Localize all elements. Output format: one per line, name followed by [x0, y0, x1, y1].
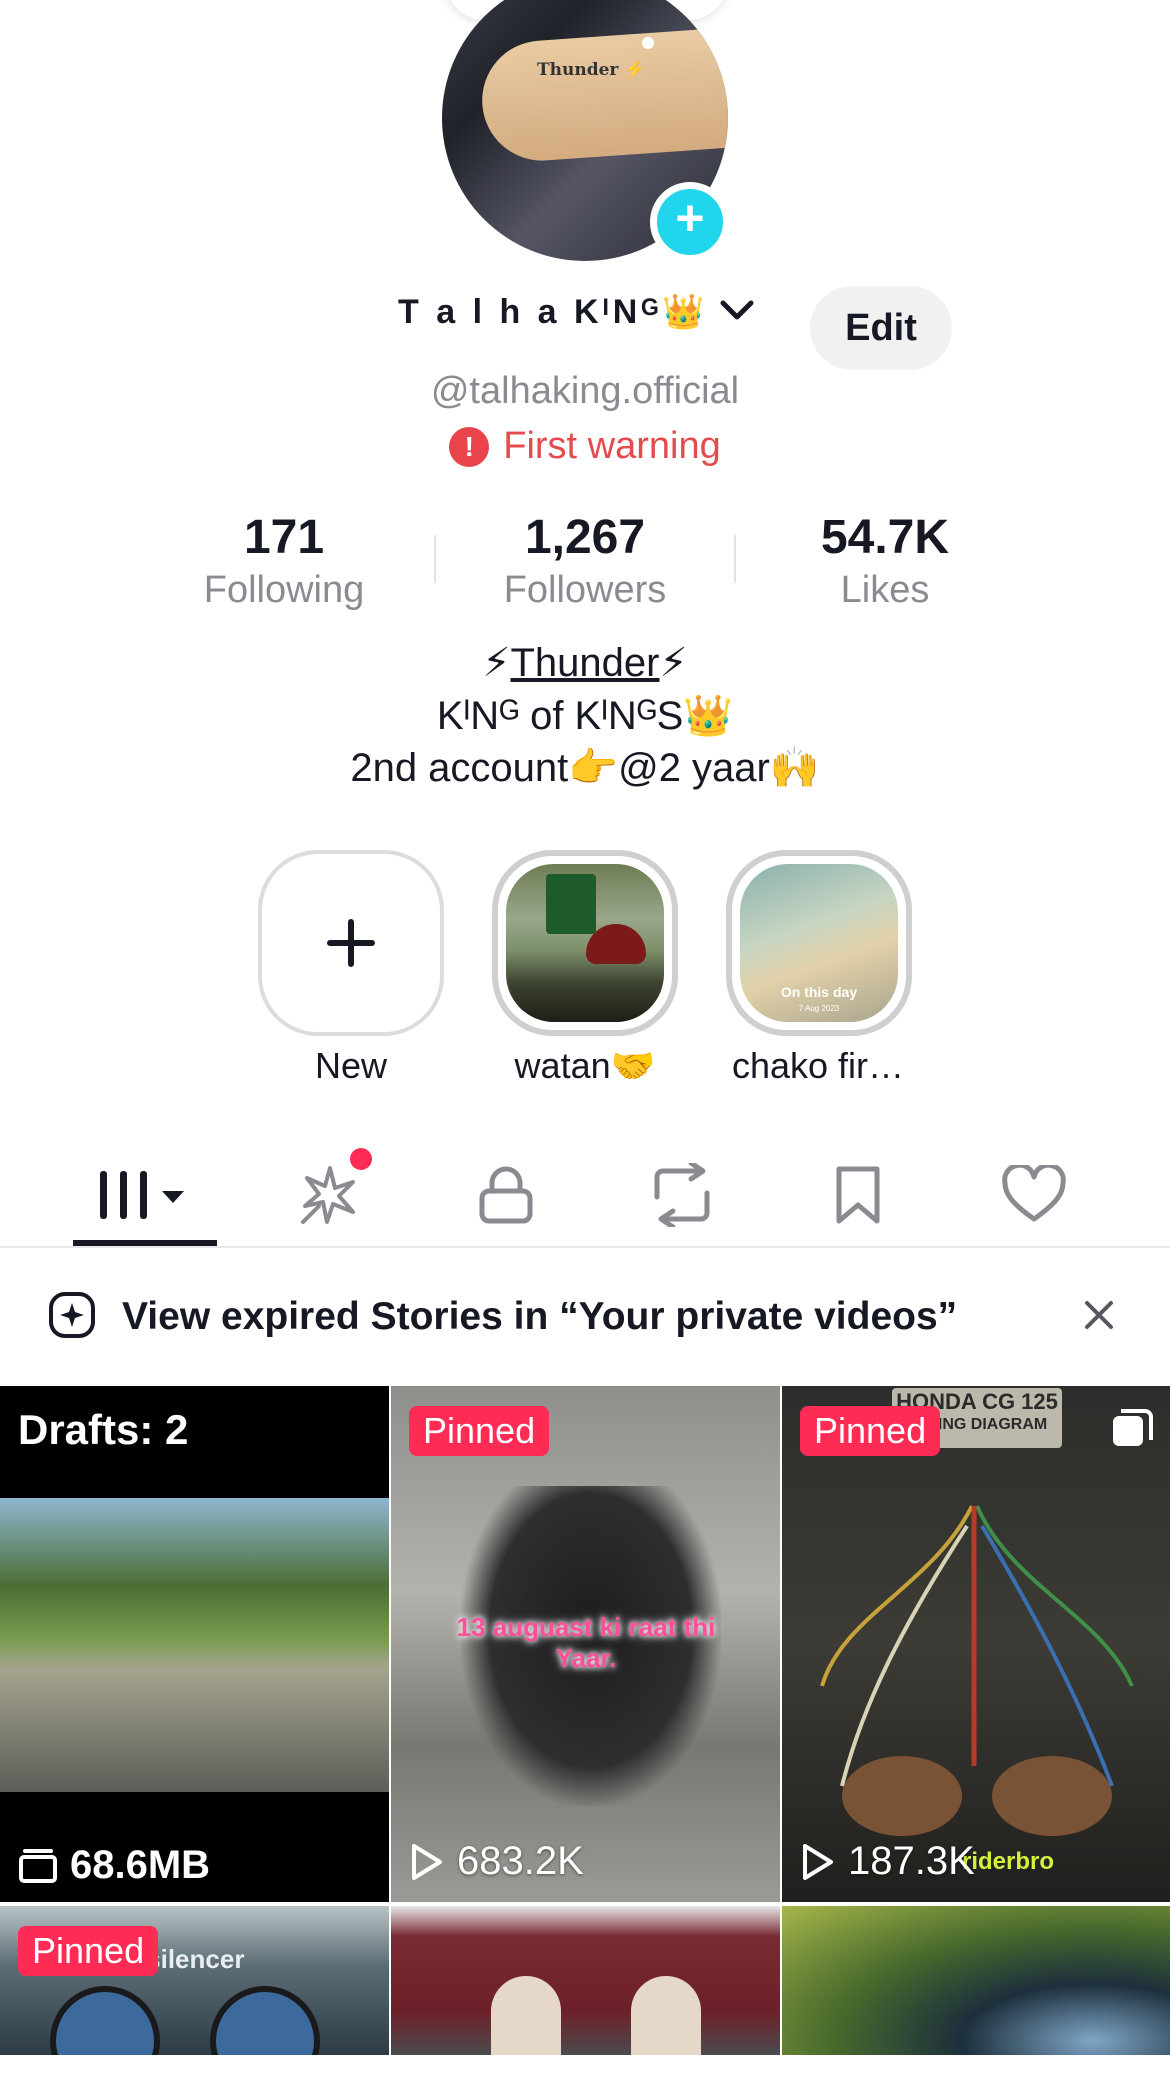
story-label: New: [314, 1045, 388, 1086]
notification-dot: [350, 1148, 372, 1170]
sparkle-icon: [300, 1166, 355, 1224]
stat-value: 171: [243, 511, 325, 564]
video-tile[interactable]: HONDA CG 125 WIRING DIAGRAM Pinned rider…: [782, 1386, 1170, 1902]
tab-videos[interactable]: [58, 1140, 233, 1250]
heart-icon: [1001, 1165, 1066, 1222]
pinned-badge: Pinned: [409, 1406, 550, 1456]
play-icon: [803, 1843, 833, 1880]
username-handle: @talhaking.official: [430, 370, 740, 412]
stat-value: 54.7K: [820, 511, 950, 564]
bio-line-2: KᴵNᴳ of KᴵNᴳS👑: [436, 694, 734, 738]
warning-status[interactable]: ! First warning: [0, 425, 1170, 468]
alert-icon: !: [449, 426, 490, 467]
arch-right: [631, 1976, 701, 2056]
bookmark-icon: [836, 1166, 879, 1224]
display-name: T a l h a KᴵNᴳ👑: [398, 293, 709, 331]
lock-icon: [479, 1166, 532, 1224]
stat-label: Likes: [840, 569, 930, 611]
tab-reposts[interactable]: [594, 1140, 769, 1250]
tab-liked[interactable]: [946, 1140, 1121, 1250]
story-label: watan🤝: [514, 1045, 656, 1086]
stat-likes[interactable]: 54.7K Likes: [735, 510, 1035, 612]
arch-left: [491, 1976, 561, 2056]
pinned-badge: Pinned: [800, 1406, 941, 1456]
tab-private[interactable]: [418, 1140, 593, 1250]
bio-line-1: ⚡Thunder⚡: [0, 640, 1170, 686]
draft-size: 68.6MB: [18, 1843, 210, 1888]
avatar-dot: [642, 37, 654, 49]
story-overlay-date: 7 Aug 2023: [798, 1004, 840, 1013]
chevron-down-icon[interactable]: [719, 293, 755, 332]
video-caption: 13 auguast ki raat thi Yaar.: [456, 1612, 716, 1673]
lightning-emoji: ⚡: [482, 641, 511, 685]
view-count-text: 187.3K: [848, 1839, 975, 1883]
view-count-text: 683.2K: [457, 1839, 584, 1883]
gauge-left: [50, 1986, 160, 2056]
tabs-divider: [0, 1246, 1170, 1248]
story-overlay-text: On this day: [780, 984, 858, 1000]
bio-line-3: 2nd account👉@2 yaar🙌: [350, 746, 820, 790]
stat-followers[interactable]: 1,267 Followers: [435, 510, 735, 612]
story-sparkle-icon: [48, 1291, 96, 1344]
tab-favorites[interactable]: [770, 1140, 945, 1250]
gauge-right: [210, 1986, 320, 2056]
warning-text: First warning: [503, 425, 721, 467]
close-icon[interactable]: [1082, 1298, 1116, 1337]
pinned-badge: Pinned: [18, 1926, 159, 1976]
repost-icon: [654, 1163, 709, 1227]
display-name-row[interactable]: T a l h a KᴵNᴳ👑: [398, 292, 755, 332]
stat-following[interactable]: 171 Following: [134, 510, 434, 612]
grid-icon: [99, 1171, 184, 1219]
folder-icon: [19, 1848, 57, 1883]
lightning-emoji: ⚡: [659, 641, 688, 685]
add-avatar-plus-icon[interactable]: +: [650, 182, 730, 262]
view-count: 683.2K: [409, 1839, 584, 1884]
video-tile[interactable]: Pinned 13 auguast ki raat thi Yaar. 683.…: [391, 1386, 780, 1902]
banner-text: View expired Stories in “Your private vi…: [122, 1295, 958, 1338]
video-tile[interactable]: ss silencer Pinned: [0, 1906, 389, 2056]
story-label: chako fir…: [731, 1045, 905, 1086]
expired-stories-banner[interactable]: View expired Stories in “Your private vi…: [0, 1262, 1170, 1372]
play-icon: [412, 1843, 442, 1880]
story-highlight-watan[interactable]: [492, 850, 678, 1036]
drafts-count: Drafts: 2: [18, 1406, 189, 1453]
watermark: riderbro: [962, 1848, 1055, 1875]
stat-label: Followers: [503, 569, 667, 611]
draft-thumbnail: [0, 1498, 389, 1792]
tab-sparkle[interactable]: [242, 1140, 417, 1250]
wiring-diagram: [820, 1505, 1134, 1836]
story-new-button[interactable]: [258, 850, 444, 1036]
view-count: 187.3K: [800, 1839, 975, 1884]
profile-tabs: [0, 1140, 1170, 1250]
stat-value: 1,267: [524, 511, 646, 564]
plus-icon: [327, 919, 375, 967]
avatar-tattoo-text: Thunder ⚡: [537, 60, 646, 80]
avatar-arm: [478, 25, 728, 165]
multi-photo-icon: [1113, 1409, 1153, 1446]
video-tile[interactable]: [391, 1906, 780, 2056]
drafts-tile[interactable]: Drafts: 2 68.6MB: [0, 1386, 389, 1902]
edit-profile-button[interactable]: Edit: [810, 286, 952, 370]
bottom-nav-bar: [0, 2055, 1170, 2080]
draft-size-text: 68.6MB: [70, 1843, 211, 1887]
video-tile[interactable]: [782, 1906, 1170, 2056]
story-highlight-chako[interactable]: On this day 7 Aug 2023: [726, 850, 912, 1036]
bio-link-thunder[interactable]: Thunder: [511, 641, 660, 685]
stat-label: Following: [203, 569, 365, 611]
